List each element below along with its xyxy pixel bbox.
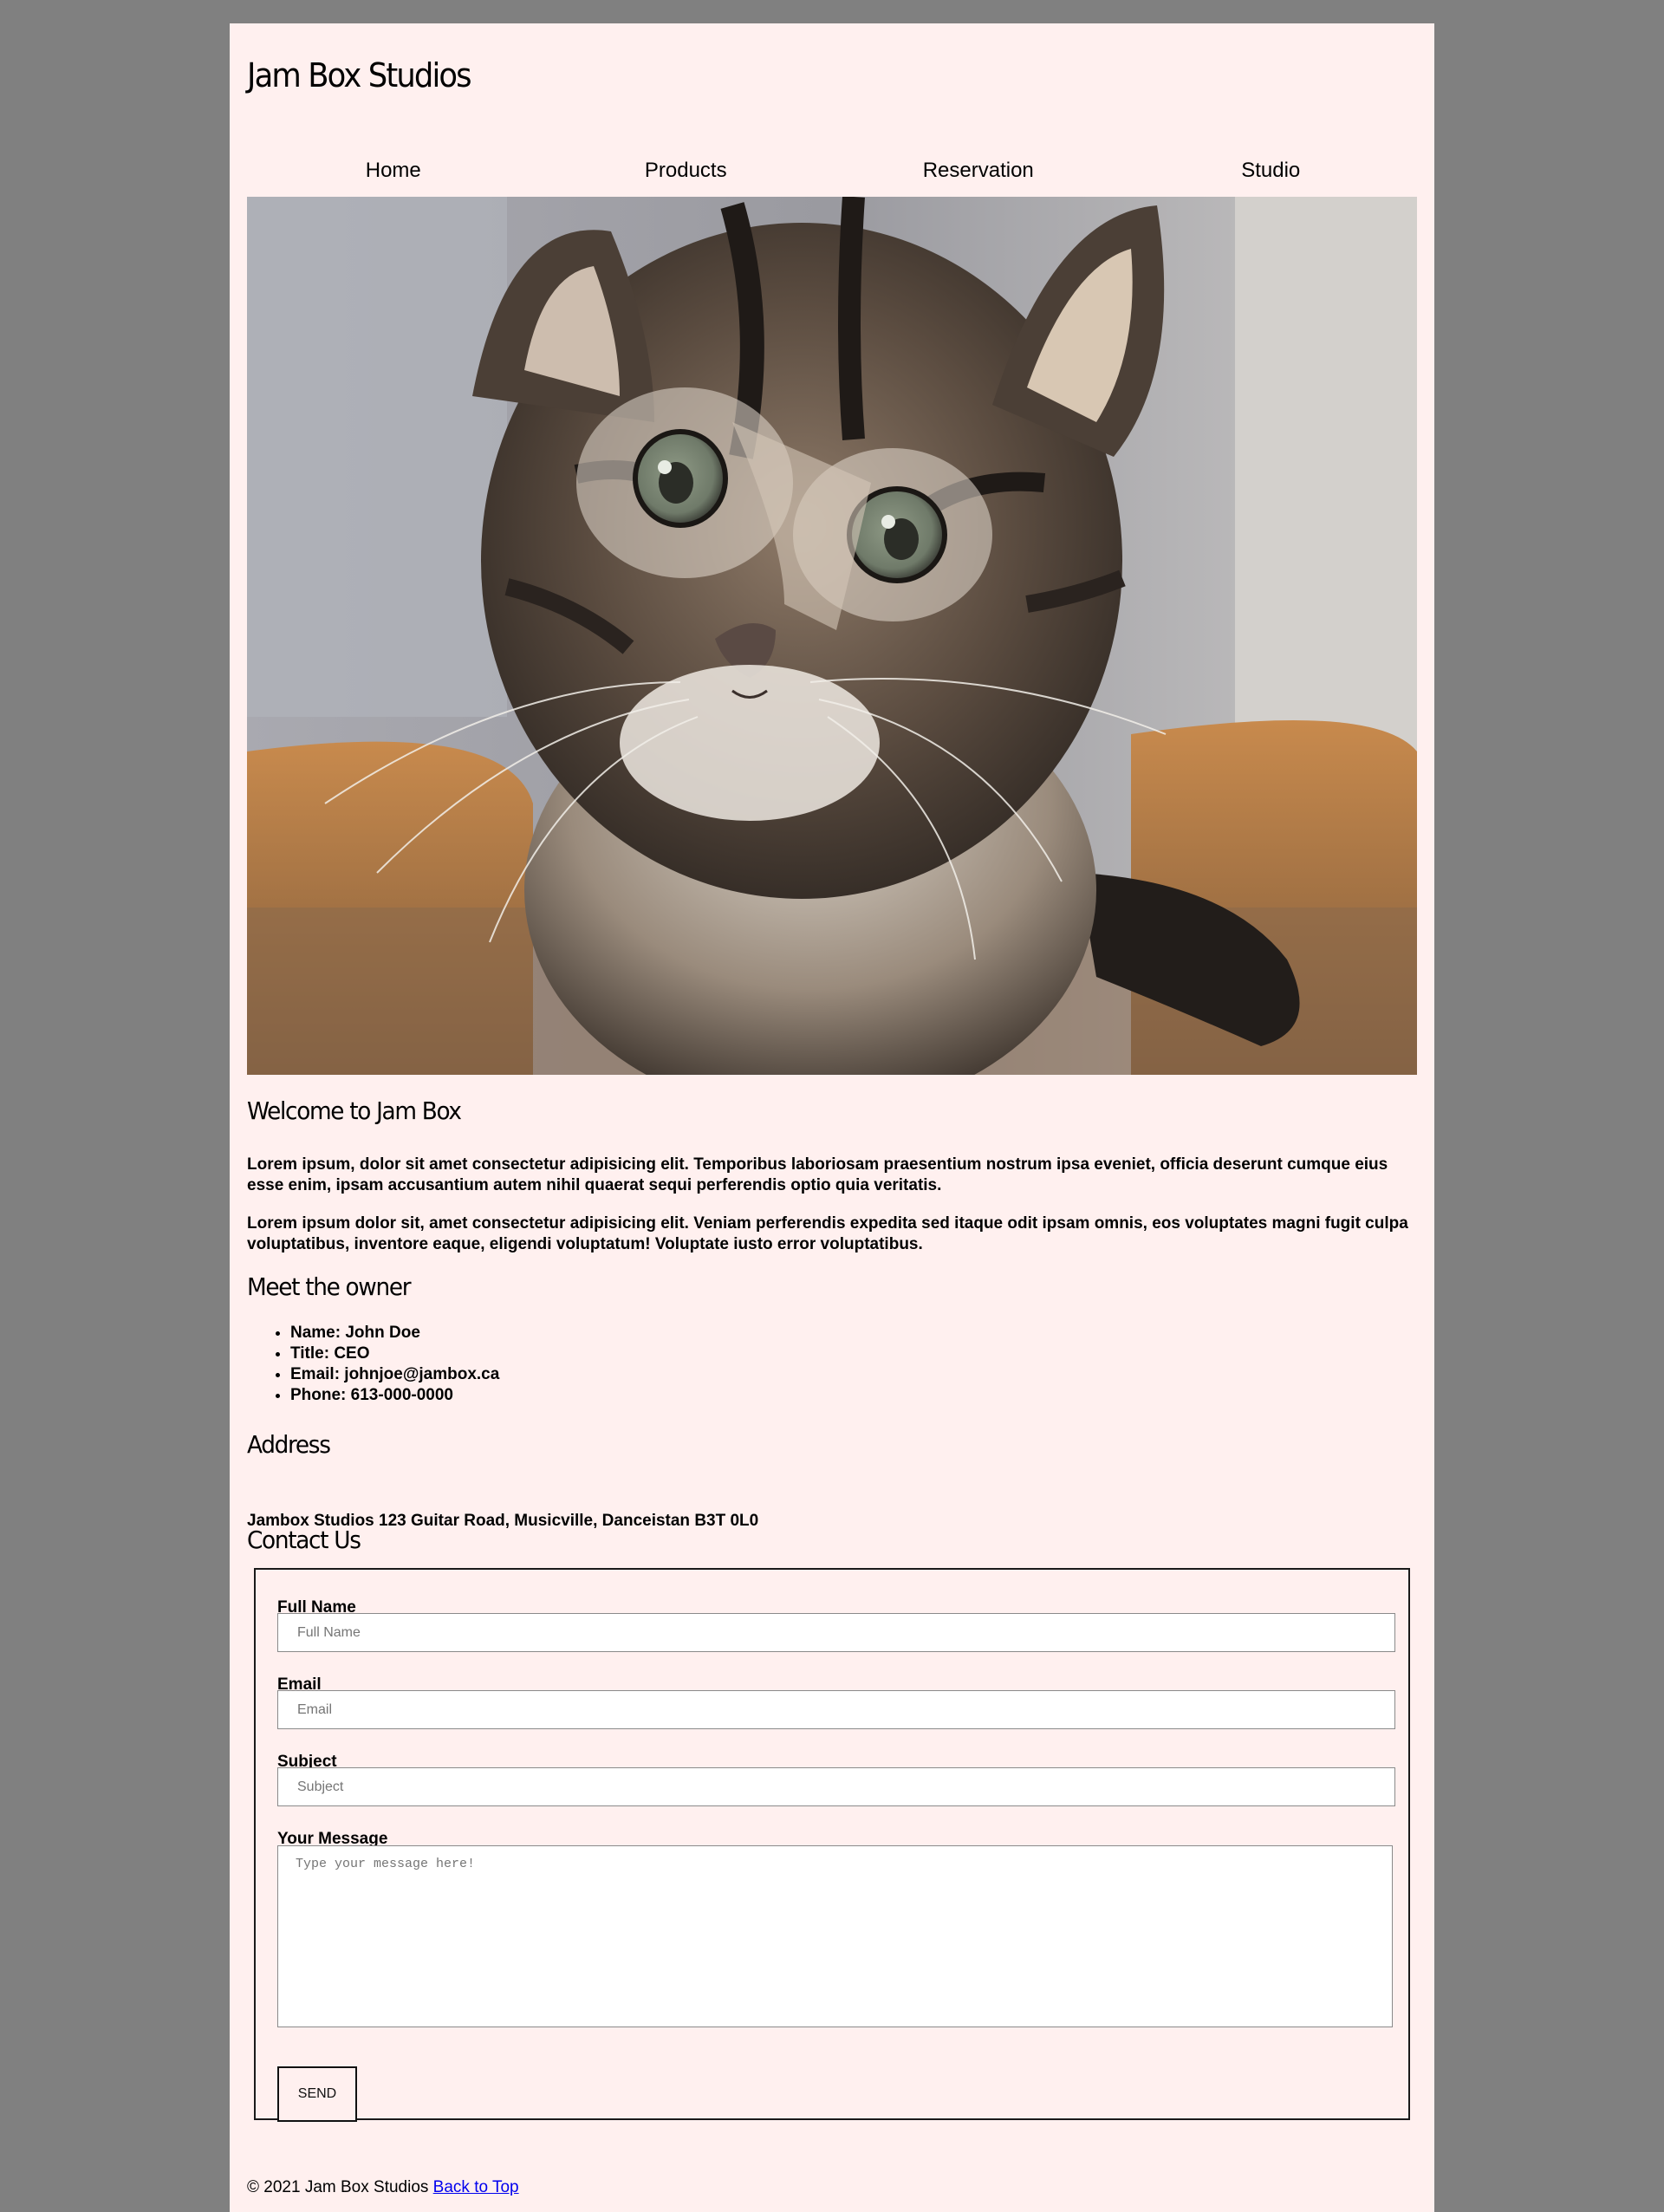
back-to-top-link[interactable]: Back to Top (433, 2178, 519, 2196)
address-heading: Address (247, 1430, 331, 1459)
main-nav: Home Products Reservation Studio (247, 146, 1417, 195)
nav-products[interactable]: Products (540, 146, 833, 195)
footer-copyright: © 2021 Jam Box Studios (247, 2178, 429, 2196)
welcome-paragraph-2: Lorem ipsum dolor sit, amet consectetur … (247, 1214, 1408, 1253)
email-input[interactable] (277, 1690, 1395, 1729)
nav-studio[interactable]: Studio (1125, 146, 1418, 195)
welcome-heading: Welcome to Jam Box (247, 1096, 462, 1125)
full-name-input[interactable] (277, 1613, 1395, 1652)
nav-reservation[interactable]: Reservation (832, 146, 1125, 195)
hero-kitten-image (247, 197, 1417, 1075)
subject-input[interactable] (277, 1767, 1395, 1806)
contact-form: Full Name Email Subject Your Message SEN… (254, 1568, 1410, 2122)
contact-heading: Contact Us (247, 1526, 361, 1554)
owner-phone: Phone: 613-000-0000 (290, 1385, 499, 1406)
message-textarea[interactable] (277, 1845, 1393, 2027)
owner-name: Name: John Doe (290, 1323, 499, 1343)
nav-home[interactable]: Home (247, 146, 540, 195)
owner-heading: Meet the owner (247, 1272, 412, 1301)
owner-title: Title: CEO (290, 1343, 499, 1364)
send-button[interactable]: SEND (277, 2066, 357, 2122)
footer: © 2021 Jam Box Studios Back to Top (247, 2178, 519, 2197)
welcome-paragraph-1: Lorem ipsum, dolor sit amet consectetur … (247, 1155, 1388, 1194)
page-container: Jam Box Studios Home Products Reservatio… (230, 23, 1434, 2212)
owner-info-list: Name: John Doe Title: CEO Email: johnjoe… (247, 1323, 499, 1406)
address-text: Jambox Studios 123 Guitar Road, Musicvil… (247, 1512, 759, 1530)
site-title: Jam Box Studios (247, 56, 472, 94)
owner-email: Email: johnjoe@jambox.ca (290, 1364, 499, 1385)
